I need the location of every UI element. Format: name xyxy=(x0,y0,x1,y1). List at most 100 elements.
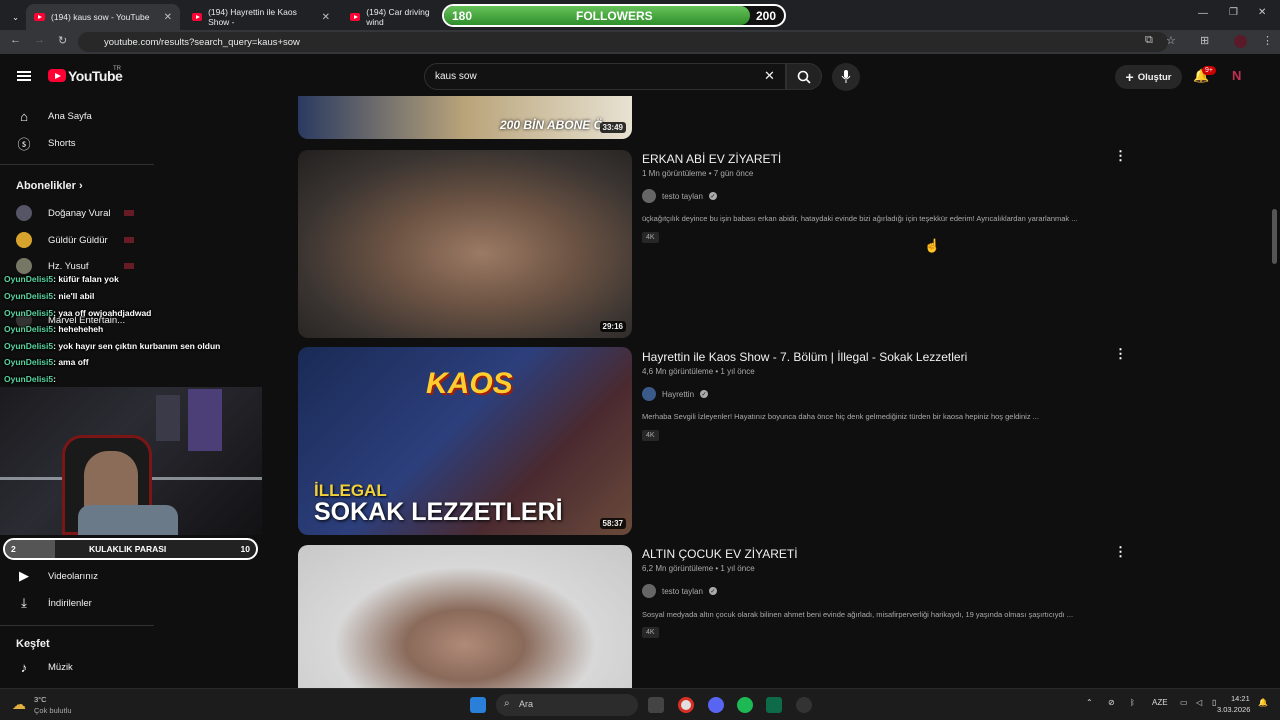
channel-avatar xyxy=(642,189,656,203)
webcam-overlay xyxy=(0,387,262,535)
quality-badge: 4K xyxy=(642,430,659,441)
divider xyxy=(0,625,154,626)
chat-text: : yaa off owjoahdjadwad xyxy=(53,308,152,318)
sidebar-item-downloads[interactable]: ⤓ İndirilenler xyxy=(16,595,236,611)
hamburger-menu-icon[interactable] xyxy=(17,71,31,81)
taskbar-search[interactable]: ⌕ Ara xyxy=(496,694,638,716)
sidebar-item-music[interactable]: ♪ Müzik xyxy=(16,659,236,675)
youtube-logo-icon[interactable] xyxy=(48,69,66,82)
url-text: youtube.com/results?search_query=kaus+so… xyxy=(104,36,300,48)
video-description: Sosyal medyada altın çocuk olarak biline… xyxy=(642,610,1074,619)
video-thumbnail[interactable]: 29:16 xyxy=(298,150,632,338)
account-avatar[interactable]: N xyxy=(1232,68,1241,83)
play-square-icon: ▶ xyxy=(19,568,29,583)
weather-icon[interactable]: ☁ xyxy=(12,696,26,713)
headphone-current: 2 xyxy=(11,544,16,554)
minimize-icon[interactable]: — xyxy=(1198,8,1208,19)
notification-center-icon[interactable]: 🔔 xyxy=(1258,698,1268,707)
video-thumbnail[interactable]: KAOS İLLEGAL SOKAK LEZZETLERİ 58:37 xyxy=(298,347,632,535)
chat-message: OyunDelisi5: ama off xyxy=(4,357,89,367)
discord-icon[interactable] xyxy=(708,697,724,713)
back-icon[interactable]: ← xyxy=(10,34,21,46)
subscriptions-label: Abonelikler xyxy=(16,180,76,192)
clear-search-icon[interactable]: ✕ xyxy=(764,68,775,84)
cast-icon[interactable]: ⧉ xyxy=(1145,34,1153,47)
sidebar-item-home[interactable]: ⌂ Ana Sayfa xyxy=(16,108,236,124)
thumbnail-logo: KAOS xyxy=(426,367,513,400)
menu-dots-icon[interactable]: ⋮ xyxy=(1262,34,1273,47)
search-value: kaus sow xyxy=(435,71,477,82)
video-thumbnail[interactable]: 200 BİN ABONE Ö 33:49 xyxy=(298,96,632,139)
clock-date[interactable]: 3.03.2026 xyxy=(1217,705,1250,714)
channel-link[interactable]: testo taylan ✓ xyxy=(642,584,717,598)
sidebar-item-shorts[interactable]: ⓢ Shorts xyxy=(16,135,236,152)
extensions-icon[interactable]: ⊞ xyxy=(1200,34,1209,47)
create-button[interactable]: + Oluştur xyxy=(1115,65,1182,89)
close-window-icon[interactable]: ✕ xyxy=(1258,7,1266,18)
live-indicator xyxy=(124,237,134,243)
tab-youtube-search[interactable]: (194) kaus sow - YouTube ✕ xyxy=(26,4,180,30)
video-thumbnail[interactable] xyxy=(298,545,632,688)
sidebar-item-your-videos[interactable]: ▶ Videolarınız xyxy=(16,568,236,584)
more-actions-icon[interactable]: ⋮ xyxy=(1114,544,1127,560)
clock-time[interactable]: 14:21 xyxy=(1231,694,1250,703)
restore-icon[interactable]: ❐ xyxy=(1229,7,1238,18)
more-actions-icon[interactable]: ⋮ xyxy=(1114,346,1127,362)
search-button[interactable] xyxy=(786,63,822,90)
chrome-icon[interactable] xyxy=(678,697,694,713)
youtube-header: YouTube TR kaus sow ✕ + Oluştur 🔔 9+ N xyxy=(0,54,1270,98)
chevron-down-icon: ⌄ xyxy=(12,11,20,22)
battery-icon[interactable]: ▯ xyxy=(1212,698,1216,707)
network-icon[interactable]: ▭ xyxy=(1180,698,1188,707)
sidebar-label: Videolarınız xyxy=(48,570,98,582)
channel-link[interactable]: Hayrettin ✓ xyxy=(642,387,709,401)
followers-goal-bar: 180 FOLLOWERS 200 xyxy=(442,4,786,27)
tab-car-driving[interactable]: (194) Car driving wind xyxy=(342,4,452,30)
chat-user: OyunDelisi5 xyxy=(4,324,54,334)
windows-start-icon[interactable] xyxy=(470,697,486,713)
channel-name: Güldür Güldür xyxy=(48,234,108,246)
video-title[interactable]: Hayrettin ile Kaos Show - 7. Bölüm | İll… xyxy=(642,350,967,364)
obs-icon[interactable] xyxy=(796,697,812,713)
sidebar-label: İndirilenler xyxy=(48,597,92,609)
language-indicator[interactable]: AZE xyxy=(1152,698,1168,707)
youtube-favicon-icon xyxy=(350,13,361,21)
weather-temp[interactable]: 3°C xyxy=(34,695,47,704)
channel-avatar xyxy=(642,584,656,598)
page-scrollbar[interactable] xyxy=(1270,54,1280,688)
live-indicator xyxy=(124,263,134,269)
volume-icon[interactable]: ◁ xyxy=(1196,698,1202,707)
chat-user: OyunDelisi5 xyxy=(4,374,54,384)
subscriptions-title[interactable]: Abonelikler › xyxy=(16,180,83,192)
tab-list-button[interactable]: ⌄ xyxy=(4,4,24,30)
close-tab-icon[interactable]: ✕ xyxy=(164,12,172,23)
explore-title: Keşfet xyxy=(16,638,50,650)
channel-avatar xyxy=(16,232,32,248)
quality-badge: 4K xyxy=(642,232,659,243)
more-actions-icon[interactable]: ⋮ xyxy=(1114,148,1127,164)
channel-avatar xyxy=(642,387,656,401)
close-tab-icon[interactable]: ✕ xyxy=(322,12,330,23)
video-duration: 33:49 xyxy=(599,122,626,133)
profile-avatar[interactable] xyxy=(1234,35,1247,48)
reload-icon[interactable]: ↻ xyxy=(58,34,67,47)
bookmark-star-icon[interactable]: ☆ xyxy=(1166,34,1176,47)
spotify-icon[interactable] xyxy=(737,697,753,713)
tab-kaos-show[interactable]: (194) Hayrettin ile Kaos Show - ✕ xyxy=(184,4,338,30)
channel-link[interactable]: testo taylan ✓ xyxy=(642,189,717,203)
tab-label: (194) kaus sow - YouTube xyxy=(51,12,150,22)
voice-search-button[interactable] xyxy=(832,63,860,91)
chat-message: OyunDelisi5: xyxy=(4,374,56,384)
forward-icon[interactable]: → xyxy=(34,34,45,46)
bluetooth-icon[interactable]: ᛒ xyxy=(1130,698,1135,707)
video-title[interactable]: ALTIN ÇOCUK EV ZİYARETİ xyxy=(642,547,798,561)
app-icon[interactable] xyxy=(766,697,782,713)
video-title[interactable]: ERKAN ABİ EV ZİYARETİ xyxy=(642,152,781,166)
scrollbar-thumb[interactable] xyxy=(1272,209,1277,264)
search-input[interactable]: kaus sow xyxy=(424,63,786,90)
url-bar[interactable]: youtube.com/results?search_query=kaus+so… xyxy=(78,32,1168,52)
tray-chevron-icon[interactable]: ⌃ xyxy=(1086,698,1093,707)
tray-app-icon[interactable]: ⊘ xyxy=(1108,698,1115,707)
task-view-icon[interactable] xyxy=(648,697,664,713)
divider xyxy=(0,164,154,165)
